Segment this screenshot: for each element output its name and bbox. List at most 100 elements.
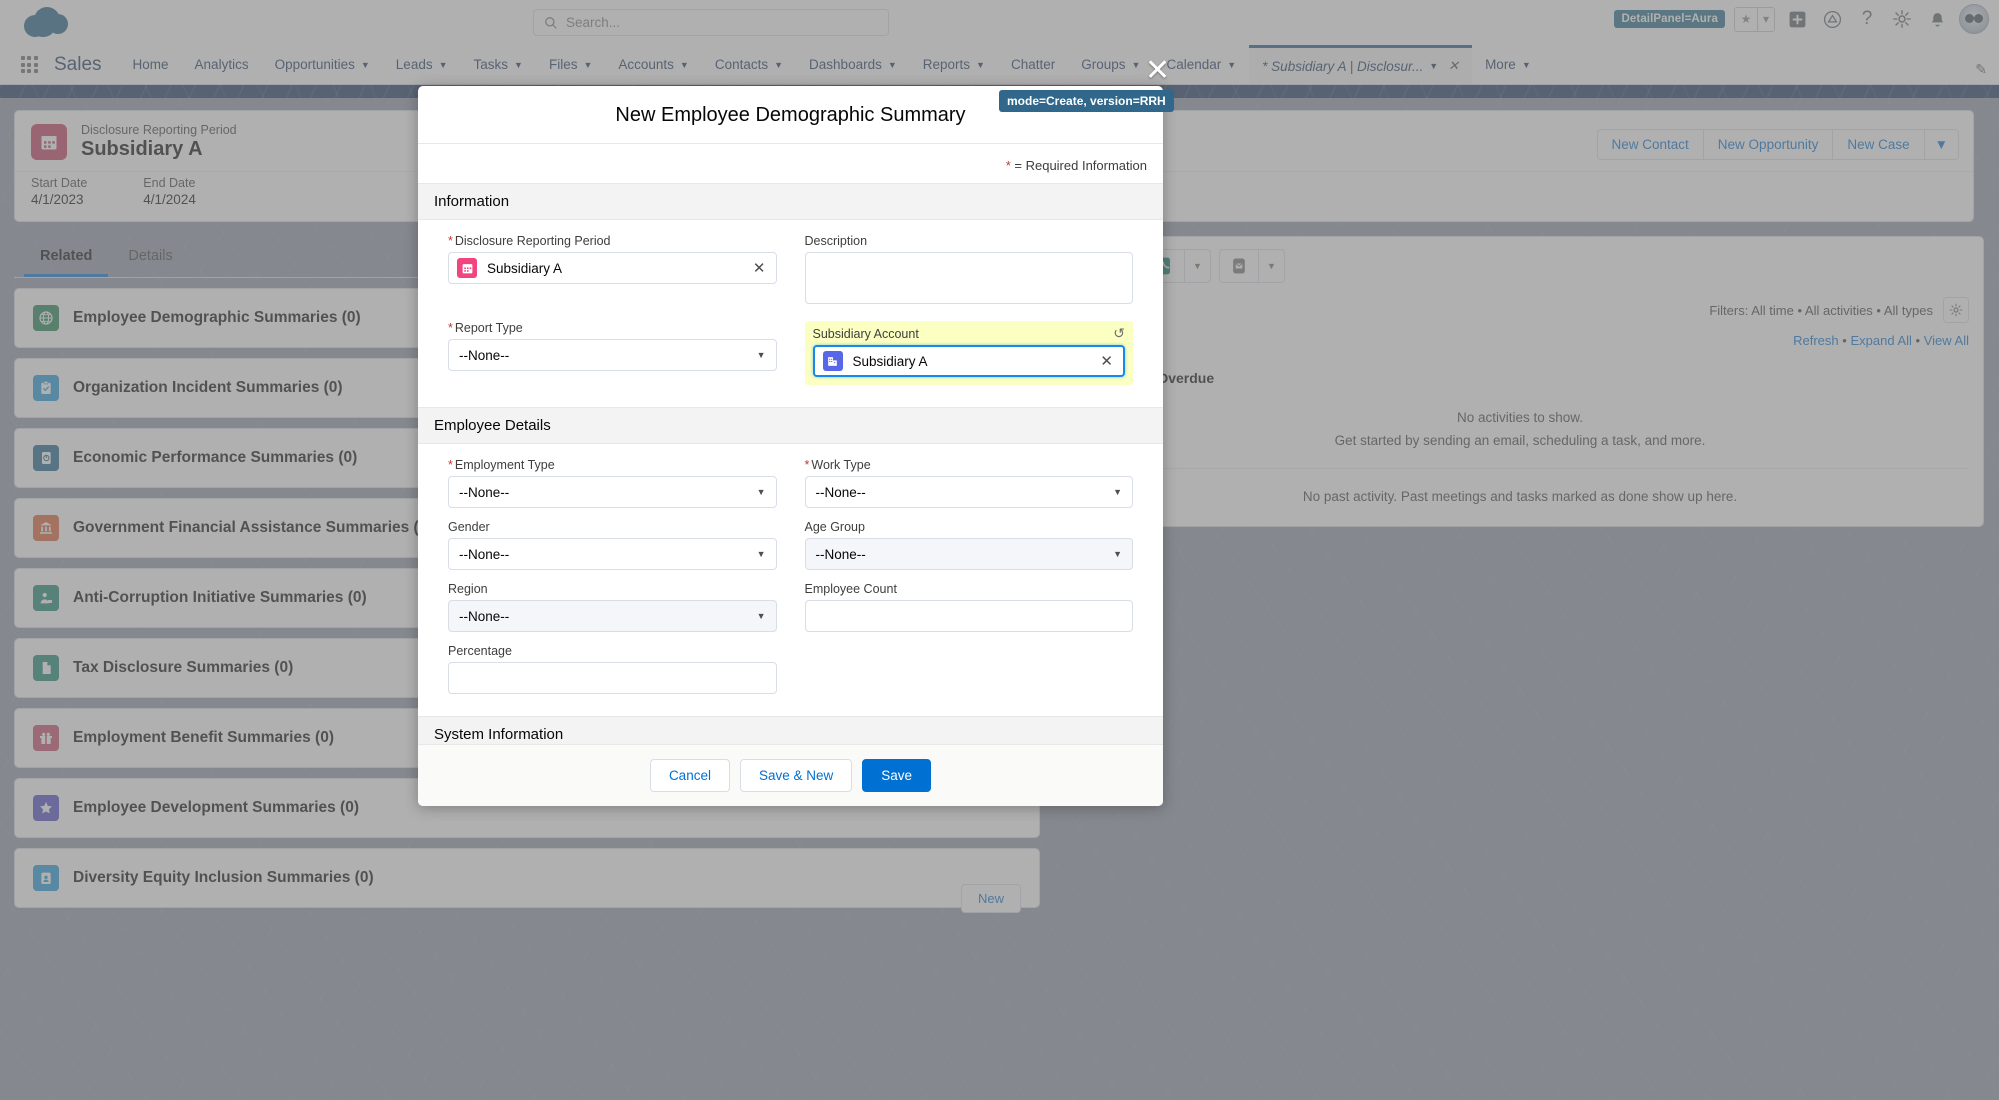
setup-gear-icon[interactable] xyxy=(1889,6,1915,32)
nav-item-groups[interactable]: Groups ▼ xyxy=(1068,45,1153,84)
age-group-select[interactable]: --None-- ▼ xyxy=(804,538,1133,570)
save-and-new-button[interactable]: Save & New xyxy=(739,759,853,792)
clear-icon[interactable]: ✕ xyxy=(753,259,766,277)
work-type-select[interactable]: --None-- ▼ xyxy=(804,476,1133,508)
field-spacer xyxy=(805,644,1134,694)
description-textarea[interactable] xyxy=(804,252,1133,304)
chevron-down-icon: ▼ xyxy=(1521,59,1531,70)
related-list-title: Diversity Equity Inclusion Summaries (0) xyxy=(73,869,374,886)
help-icon[interactable]: ? xyxy=(1854,6,1880,32)
related-list-title: Employee Demographic Summaries (0) xyxy=(73,309,361,326)
favorites-star-icon[interactable]: ★ xyxy=(1735,8,1757,31)
chevron-down-icon: ▼ xyxy=(514,59,523,70)
report-type-select[interactable]: --None-- ▼ xyxy=(448,339,777,371)
activity-empty-subtitle: Get started by sending an email, schedul… xyxy=(1334,433,1706,448)
save-button[interactable]: Save xyxy=(862,759,932,792)
related-list-title: Tax Disclosure Summaries (0) xyxy=(73,659,294,676)
nav-item-opportunities[interactable]: Opportunities ▼ xyxy=(262,45,383,84)
clear-icon[interactable]: ✕ xyxy=(1100,352,1113,370)
cancel-button[interactable]: Cancel xyxy=(649,759,730,792)
nav-item-chatter[interactable]: Chatter xyxy=(998,45,1068,84)
user-avatar[interactable] xyxy=(1959,4,1989,34)
chevron-down-icon: ▼ xyxy=(756,611,766,621)
new-contact-button[interactable]: New Contact xyxy=(1596,129,1703,160)
nav-item-analytics[interactable]: Analytics xyxy=(182,45,262,84)
star-icon xyxy=(33,795,59,821)
chevron-down-icon: ▼ xyxy=(360,59,370,70)
field-label: * Report Type xyxy=(448,321,523,335)
activity-filters-text: Filters: All time • All activities • All… xyxy=(1709,302,1933,318)
activity-toolbar: ▼ ▼ ▼ xyxy=(1071,249,1969,283)
percentage-input[interactable] xyxy=(448,662,777,694)
field-label: Percentage xyxy=(448,644,512,658)
disclosure-reporting-period-lookup[interactable]: Subsidiary A ✕ xyxy=(448,252,777,284)
related-list-card[interactable]: Diversity Equity Inclusion Summaries (0)… xyxy=(14,848,1040,913)
field-label: Region xyxy=(448,582,488,596)
email-group[interactable]: ▼ xyxy=(1219,249,1285,283)
notifications-bell-icon[interactable] xyxy=(1924,6,1950,32)
nav-item-dashboards[interactable]: Dashboards ▼ xyxy=(796,45,910,84)
nav-item-more[interactable]: More ▼ xyxy=(1472,45,1544,84)
nav-item-home[interactable]: Home xyxy=(120,45,182,84)
app-launcher-icon[interactable] xyxy=(12,45,46,84)
nav-item-contacts[interactable]: Contacts ▼ xyxy=(702,45,796,84)
new-case-button[interactable]: New Case xyxy=(1832,129,1924,160)
activity-past-text: No past activity. Past meetings and task… xyxy=(1302,489,1738,504)
close-icon[interactable]: ✕ xyxy=(1145,56,1170,86)
nav-item-reports[interactable]: Reports ▼ xyxy=(910,45,998,84)
tab-close-icon[interactable]: ✕ xyxy=(1448,58,1459,74)
search-input[interactable]: Search... xyxy=(533,9,889,36)
tab-related[interactable]: Related xyxy=(24,236,109,277)
chevron-down-icon[interactable]: ▼ xyxy=(1429,61,1438,71)
view-all-link[interactable]: View All xyxy=(1924,333,1969,348)
salesforce-logo-icon[interactable] xyxy=(24,6,68,39)
select-value: --None-- xyxy=(815,484,866,500)
field-label: Description xyxy=(804,234,868,248)
email-dropdown-icon[interactable]: ▼ xyxy=(1258,250,1284,282)
favorites-group[interactable]: ★ ▾ xyxy=(1734,6,1775,32)
email-icon[interactable] xyxy=(1220,250,1258,282)
active-tab-label: * Subsidiary A | Disclosur... xyxy=(1262,58,1424,74)
document-tax-icon xyxy=(33,655,59,681)
mode-version-badge: mode=Create, version=RRH xyxy=(999,90,1174,112)
field-label: Age Group xyxy=(804,520,865,534)
region-select[interactable]: --None-- ▼ xyxy=(448,600,777,632)
modal-footer: Cancel Save & New Save xyxy=(418,744,1163,806)
record-actions-more-icon[interactable]: ▼ xyxy=(1923,129,1959,160)
section-header-employee-details: Employee Details xyxy=(418,407,1163,444)
gift-icon xyxy=(33,725,59,751)
nav-item-leads[interactable]: Leads ▼ xyxy=(383,45,461,84)
activity-panel: ▼ ▼ ▼ xyxy=(1056,236,1984,527)
nav-item-files[interactable]: Files ▼ xyxy=(536,45,605,84)
log-call-dropdown-icon[interactable]: ▼ xyxy=(1184,250,1210,282)
new-opportunity-button[interactable]: New Opportunity xyxy=(1702,129,1833,160)
related-list-new-button[interactable]: New xyxy=(960,884,1021,913)
employee-count-input[interactable] xyxy=(804,600,1133,632)
lookup-value: Subsidiary A xyxy=(487,260,563,276)
undo-icon[interactable]: ↺ xyxy=(1113,325,1125,342)
favorites-dropdown-icon[interactable]: ▾ xyxy=(1757,7,1774,31)
nav-tab-active-record[interactable]: * Subsidiary A | Disclosur... ▼ ✕ xyxy=(1249,45,1473,84)
edit-pencil-icon[interactable]: ✎ xyxy=(1975,61,1987,78)
global-header: Search... DetailPanel=Aura ★ ▾ ? xyxy=(0,0,1999,45)
employment-type-select[interactable]: --None-- ▼ xyxy=(448,476,777,508)
gender-select[interactable]: --None-- ▼ xyxy=(448,538,777,570)
global-search[interactable]: Search... xyxy=(533,9,889,36)
subsidiary-account-lookup[interactable]: Subsidiary A ✕ xyxy=(812,345,1125,377)
tab-details[interactable]: Details xyxy=(112,236,188,277)
activity-empty-state: No activities to show. Get started by se… xyxy=(1071,394,1969,454)
link-separator: • xyxy=(1842,333,1847,348)
bank-icon xyxy=(33,515,59,541)
chevron-down-icon: ▼ xyxy=(1227,59,1237,70)
setup-assistant-icon[interactable] xyxy=(1819,6,1845,32)
field-percentage: Percentage xyxy=(448,644,777,694)
select-value: --None-- xyxy=(459,546,510,562)
refresh-link[interactable]: Refresh xyxy=(1793,333,1839,348)
add-icon[interactable] xyxy=(1784,6,1810,32)
expand-all-link[interactable]: Expand All xyxy=(1850,333,1911,348)
nav-item-accounts[interactable]: Accounts ▼ xyxy=(605,45,701,84)
settings-gear-icon[interactable] xyxy=(1943,297,1969,323)
field-subsidiary-account: Subsidiary Account ↺ Subsidiary A ✕ xyxy=(804,321,1133,385)
nav-item-tasks[interactable]: Tasks ▼ xyxy=(461,45,536,84)
calendar-icon xyxy=(41,136,57,150)
